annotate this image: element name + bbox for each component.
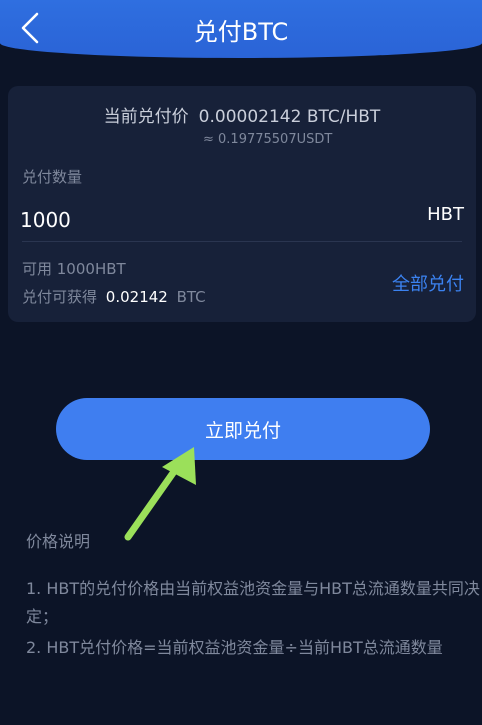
notes-list: 1. HBT的兑付价格由当前权益池资金量与HBT总流通数量共同决定； 2. HB… bbox=[26, 575, 482, 662]
price-value: 0.00002142 BTC/HBT bbox=[198, 107, 381, 127]
receivable-unit: BTC bbox=[176, 288, 206, 306]
divider bbox=[22, 241, 462, 242]
page-title: 兑付BTC bbox=[193, 18, 289, 46]
redeem-now-button[interactable]: 立即兑付 bbox=[56, 398, 430, 460]
header-bar: 兑付BTC bbox=[0, 0, 482, 58]
quantity-input[interactable] bbox=[20, 204, 400, 236]
price-row: 当前兑付价 0.00002142 BTC/HBT bbox=[8, 102, 476, 127]
price-label: 当前兑付价 bbox=[103, 107, 189, 127]
receivable-label: 兑付可获得 bbox=[22, 288, 98, 306]
quantity-label: 兑付数量 bbox=[22, 168, 83, 186]
redeem-all-button[interactable]: 全部兑付 bbox=[392, 270, 464, 296]
arrow-pointer-icon bbox=[124, 447, 196, 541]
usdt-equivalent: ≈ 0.19775507USDT bbox=[203, 132, 333, 147]
receivable-row: 兑付可获得 0.02142 BTC bbox=[22, 286, 206, 307]
available-balance: 可用 1000HBT bbox=[22, 260, 126, 278]
notes-title: 价格说明 bbox=[26, 532, 91, 551]
note-item: 1. HBT的兑付价格由当前权益池资金量与HBT总流通数量共同决定； bbox=[26, 579, 480, 626]
receivable-value: 0.02142 bbox=[105, 288, 168, 306]
redeem-card: 当前兑付价 0.00002142 BTC/HBT ≈ 0.19775507USDT… bbox=[8, 86, 476, 322]
quantity-unit: HBT bbox=[427, 204, 464, 225]
note-item: 2. HBT兑付价格=当前权益池资金量÷当前HBT总流通数量 bbox=[26, 638, 443, 657]
